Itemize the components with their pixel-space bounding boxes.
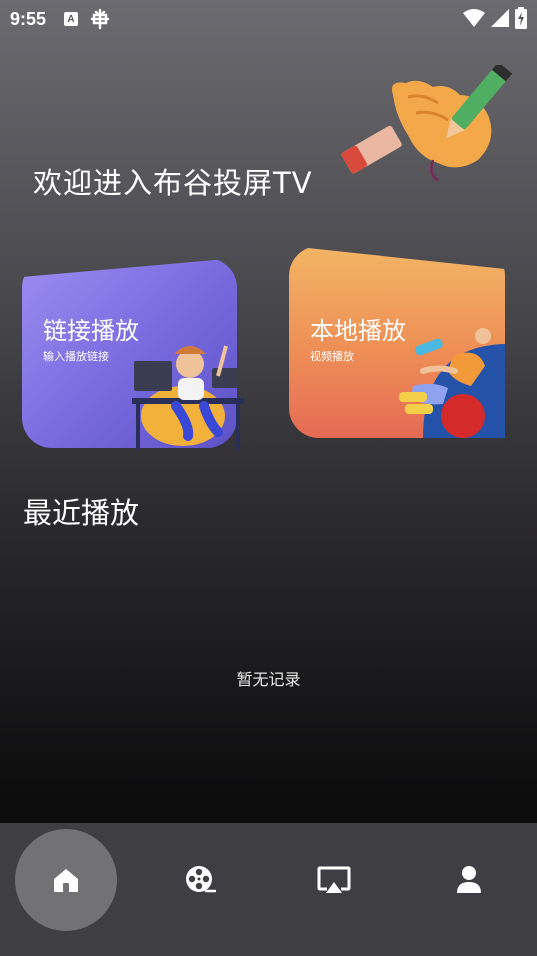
battery-icon <box>515 7 527 29</box>
desk-person-illustration <box>132 345 244 450</box>
home-icon <box>54 869 78 892</box>
wifi-icon <box>463 9 485 27</box>
local-play-title: 本地播放 <box>310 317 406 345</box>
welcome-title: 欢迎进入布谷投屏TV <box>33 166 313 200</box>
empty-state-text: 暂无记录 <box>236 670 301 689</box>
text-a-icon: A <box>64 12 79 26</box>
cast-screen-icon <box>317 866 351 893</box>
nav-videos[interactable] <box>149 829 251 931</box>
film-reel-icon <box>186 866 216 893</box>
user-icon <box>457 866 481 893</box>
bug-icon <box>90 8 110 30</box>
hand-pencil-illustration <box>341 65 513 182</box>
link-play-subtitle: 输入播放链接 <box>43 350 109 363</box>
nav-cast[interactable] <box>283 829 385 931</box>
ball-person-illustration <box>399 328 505 438</box>
local-play-subtitle: 视频播放 <box>310 350 354 363</box>
link-play-title: 链接播放 <box>43 317 139 345</box>
nav-profile[interactable] <box>418 829 520 931</box>
bottom-nav <box>0 823 537 956</box>
nav-home[interactable] <box>15 829 117 931</box>
status-time: 9:55 <box>10 8 47 29</box>
status-bar: 9:55 A <box>0 0 537 38</box>
signal-icon <box>491 9 509 27</box>
recent-title: 最近播放 <box>23 496 140 530</box>
